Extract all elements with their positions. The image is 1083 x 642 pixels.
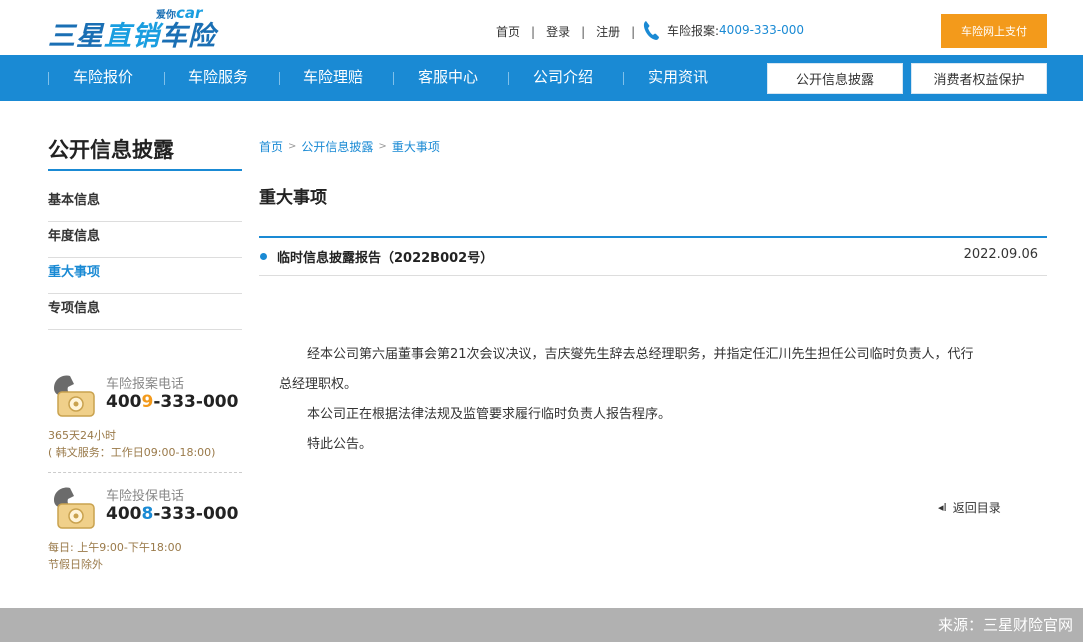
- policy-hotline-box: 车险投保电话 4008-333-000 每日: 上午9:00-下午18:00 节…: [48, 482, 242, 582]
- breadcrumb: 首页 > 公开信息披露 > 重大事项: [259, 138, 440, 155]
- register-link[interactable]: 注册: [596, 23, 620, 40]
- article-paragraph: 特此公告。: [307, 437, 373, 452]
- phone-icon: [643, 21, 659, 40]
- back-to-list-link[interactable]: ◂I 返回目录: [938, 499, 1001, 516]
- link-separator: |: [581, 24, 586, 39]
- telephone-icon: [54, 375, 95, 417]
- hotline-number: 4009-333-000: [719, 23, 805, 37]
- policy-hotline-number: 4008-333-000: [106, 504, 239, 524]
- breadcrumb-home[interactable]: 首页: [259, 138, 283, 155]
- claims-hotline-hours: 365天24小时: [48, 429, 116, 442]
- nav-divider: [393, 72, 394, 85]
- main-nav: 车险报价 车险服务 车险理赔 客服中心 公司介绍 实用资讯 公开信息披露 消费者…: [0, 55, 1083, 101]
- nav-item-claims[interactable]: 车险理赔: [303, 55, 363, 101]
- nav-item-quote[interactable]: 车险报价: [73, 55, 133, 101]
- breadcrumb-current[interactable]: 重大事项: [392, 138, 440, 155]
- back-arrow-icon: ◂I: [938, 501, 947, 514]
- telephone-icon: [54, 487, 95, 529]
- hotline: 车险报案: 4009-333-000: [641, 19, 804, 41]
- nav-divider: [48, 72, 49, 85]
- nav-divider: [279, 72, 280, 85]
- contact-divider: [48, 472, 242, 473]
- consumer-rights-button[interactable]: 消费者权益保护: [911, 63, 1047, 94]
- login-link[interactable]: 登录: [546, 23, 570, 40]
- source-caption: 来源：三星财险官网: [937, 616, 1073, 634]
- home-link[interactable]: 首页: [496, 23, 520, 40]
- nav-divider: [623, 72, 624, 85]
- claims-hotline-korean-service: ( 韩文服务：工作日09:00-18:00): [48, 446, 216, 459]
- article-header: 临时信息披露报告（2022B002号） 2022.09.06: [259, 238, 1047, 276]
- hotline-label: 车险报案:: [667, 23, 720, 38]
- logo-tagline: 爱你car: [156, 4, 203, 22]
- disclosure-button[interactable]: 公开信息披露: [767, 63, 903, 94]
- nav-divider: [164, 72, 165, 85]
- nav-divider: [508, 72, 509, 85]
- breadcrumb-separator: >: [288, 141, 297, 152]
- bullet-icon: [260, 253, 267, 260]
- claims-hotline-box: 车险报案电话 4009-333-000 365天24小时 ( 韩文服务：工作日0…: [48, 370, 242, 470]
- nav-item-customer-center[interactable]: 客服中心: [418, 55, 478, 101]
- sidebar-title: 公开信息披露: [48, 138, 174, 162]
- link-separator: |: [631, 24, 636, 39]
- sidebar-item-major-events[interactable]: 重大事项: [48, 258, 242, 294]
- online-pay-button[interactable]: 车险网上支付: [941, 14, 1047, 48]
- article-paragraph: 总经理职权。: [279, 377, 358, 392]
- nav-item-about[interactable]: 公司介绍: [533, 55, 593, 101]
- top-links: 首页 | 登录 | 注册 |: [496, 23, 646, 40]
- article-paragraph: 经本公司第六届董事会第21次会议决议，吉庆燮先生辞去总经理职务，并指定任汇川先生…: [307, 347, 974, 362]
- article-title: 临时信息披露报告（2022B002号）: [277, 251, 494, 266]
- claims-hotline-number: 4009-333-000: [106, 392, 239, 412]
- nav-item-service[interactable]: 车险服务: [188, 55, 248, 101]
- policy-hotline-label: 车险投保电话: [106, 489, 185, 504]
- sidebar-item-special-info[interactable]: 专项信息: [48, 294, 242, 330]
- source-footer: 来源：三星财险官网: [0, 608, 1083, 642]
- policy-hotline-hours: 每日: 上午9:00-下午18:00: [48, 541, 182, 554]
- article-paragraph: 本公司正在根据法律法规及监管要求履行临时负责人报告程序。: [307, 407, 672, 422]
- nav-item-news[interactable]: 实用资讯: [648, 55, 708, 101]
- back-link-label: 返回目录: [952, 501, 1001, 515]
- site-header: 三星直销车险 爱你car 首页 | 登录 | 注册 | 车险报案: 4009-3…: [0, 0, 1083, 55]
- claims-hotline-label: 车险报案电话: [106, 377, 185, 392]
- link-separator: |: [531, 24, 536, 39]
- policy-hotline-holiday-note: 节假日除外: [48, 558, 103, 571]
- sidebar-item-basic-info[interactable]: 基本信息: [48, 186, 242, 222]
- sidebar-title-underline: [48, 169, 242, 171]
- sidebar-item-annual-info[interactable]: 年度信息: [48, 222, 242, 258]
- page-title: 重大事项: [259, 188, 327, 208]
- breadcrumb-separator: >: [378, 141, 387, 152]
- article-date: 2022.09.06: [963, 247, 1038, 262]
- breadcrumb-disclosure[interactable]: 公开信息披露: [301, 138, 373, 155]
